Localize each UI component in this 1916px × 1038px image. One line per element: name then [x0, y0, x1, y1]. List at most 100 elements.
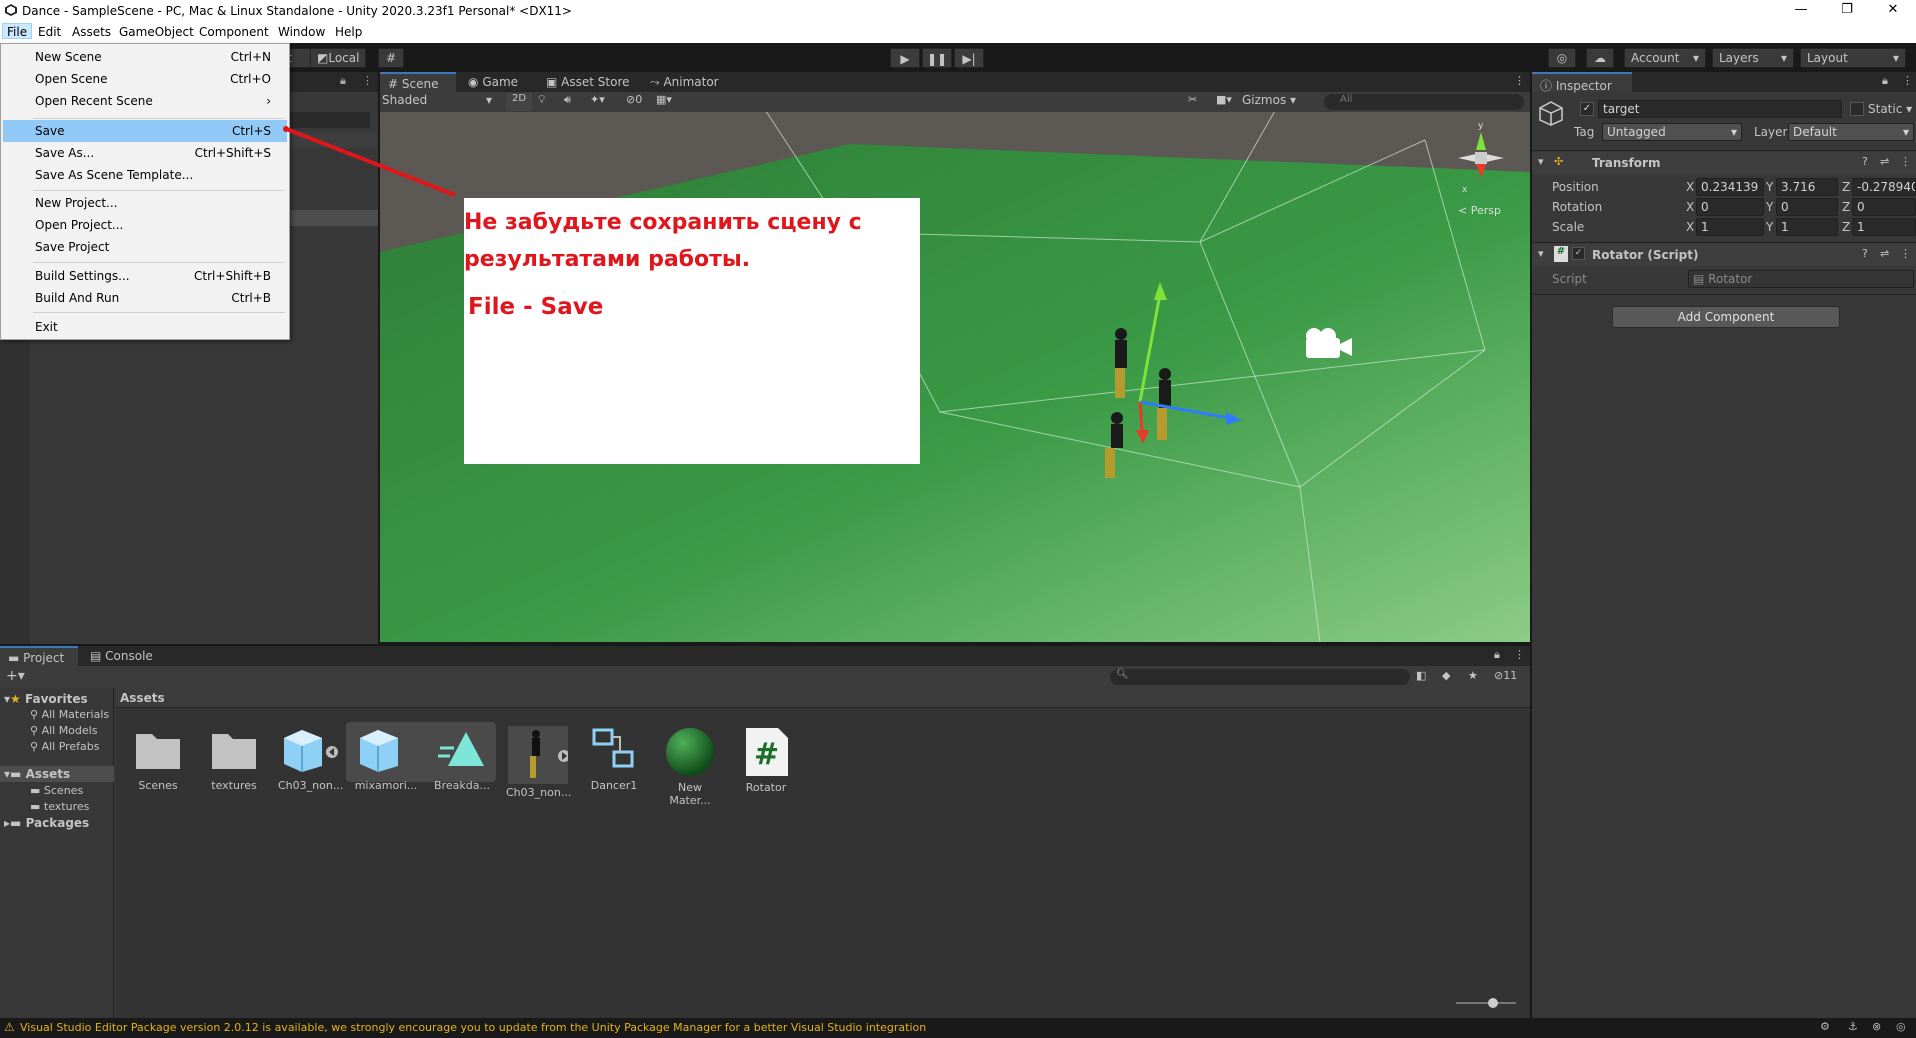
folder-icon: ▬	[10, 816, 22, 830]
add-component-button[interactable]: Add Component	[1612, 306, 1840, 328]
search-by-type-icon[interactable]: ◧	[1416, 669, 1426, 682]
folder-scenes[interactable]: ▬ Scenes	[30, 784, 83, 797]
tab-project[interactable]: ▬ Project	[0, 646, 78, 666]
lock-icon[interactable]: 🔒︎	[1882, 74, 1888, 88]
scene-search-input[interactable]: All	[1324, 94, 1524, 110]
active-checkbox[interactable]: ✓	[1580, 102, 1594, 116]
asset-item[interactable]: Breakda...	[430, 726, 494, 792]
asset-item[interactable]: mixamori...	[354, 726, 418, 792]
auto-generate-lighting-icon[interactable]: ⚙	[1820, 1020, 1830, 1033]
layer-dropdown[interactable]: Default ▾	[1788, 123, 1914, 141]
more-options-icon[interactable]: ⋮	[1514, 648, 1525, 661]
asset-item[interactable]: Ch03_non...	[506, 726, 571, 799]
menu-item-build-settings[interactable]: Build Settings... Ctrl+Shift+B	[3, 265, 287, 287]
favorite-all-models[interactable]: ⚲ All Models	[30, 724, 97, 737]
minimize-button[interactable]: —	[1778, 0, 1824, 22]
create-plus-icon[interactable]: +▾	[6, 668, 25, 684]
foldout-arrow-icon[interactable]: ▾	[1538, 247, 1544, 260]
move-gizmo[interactable]	[1110, 282, 1310, 462]
menu-item-exit[interactable]: Exit	[3, 316, 287, 338]
scale-x-field[interactable]: 1	[1696, 218, 1764, 236]
menu-item-open-project[interactable]: Open Project...	[3, 214, 287, 236]
position-z-field[interactable]: -0.278940	[1852, 178, 1916, 196]
more-options-icon[interactable]: ⋮	[1514, 74, 1525, 87]
component-enabled-checkbox[interactable]: ✓	[1572, 247, 1585, 260]
step-button[interactable]: ▶|	[954, 48, 984, 68]
transform-header[interactable]: ▾ ✣ Transform ? ⇌ ⋮	[1532, 152, 1916, 174]
help-icon[interactable]: ?	[1862, 155, 1868, 168]
folder-textures[interactable]: ▬ textures	[30, 800, 89, 813]
position-x-field[interactable]: 0.234139	[1696, 178, 1764, 196]
account-dropdown[interactable]: Account ▾	[1624, 48, 1706, 68]
gizmos-dropdown[interactable]: Gizmos ▾	[1242, 93, 1310, 107]
play-button[interactable]: ▶	[890, 48, 920, 68]
asset-item[interactable]: # Rotator	[734, 726, 798, 794]
orientation-gizmo[interactable]: y x	[1448, 120, 1518, 200]
favorites-node[interactable]: ▾★ Favorites	[4, 692, 88, 706]
tools-icon[interactable]: ✂	[1188, 93, 1197, 106]
script-component-header[interactable]: ▾ # ✓ Rotator (Script) ? ⇌ ⋮	[1532, 244, 1916, 266]
static-checkbox[interactable]	[1850, 102, 1864, 116]
hidden-objects-icon[interactable]: ⊘0	[626, 93, 642, 106]
grid-icon[interactable]: ▦▾	[656, 93, 672, 106]
asset-item[interactable]: textures	[202, 726, 266, 792]
tab-game[interactable]: ◉ Game	[460, 72, 532, 92]
camera-settings-icon[interactable]: ■▾	[1216, 93, 1232, 106]
tab-inspector[interactable]: ⓘ Inspector	[1532, 72, 1632, 93]
packages-node[interactable]: ▸▬ Packages	[4, 816, 89, 830]
more-options-icon[interactable]: ⋮	[1902, 74, 1913, 87]
lighting-icon[interactable]: 💡︎	[538, 93, 546, 107]
effects-icon[interactable]: ✦▾	[590, 93, 605, 106]
menu-item-build-and-run[interactable]: Build And Run Ctrl+B	[3, 287, 287, 309]
position-y-field[interactable]: 3.716	[1776, 178, 1838, 196]
rotation-x-field[interactable]: 0	[1696, 198, 1764, 216]
help-icon[interactable]: ?	[1862, 247, 1868, 260]
audio-icon[interactable]: 🔊︎	[564, 93, 571, 107]
debug-mode-icon[interactable]: ◎	[1896, 1020, 1906, 1033]
2d-toggle[interactable]: 2D	[506, 93, 532, 111]
perspective-label[interactable]: < Persp	[1458, 204, 1501, 217]
favorite-all-prefabs[interactable]: ⚲ All Prefabs	[30, 740, 100, 753]
project-search-input[interactable]: 🔍︎	[1110, 669, 1410, 685]
search-by-label-icon[interactable]: ◆	[1442, 669, 1450, 682]
layout-dropdown[interactable]: Layout ▾	[1800, 48, 1906, 68]
tag-dropdown[interactable]: Untagged ▾	[1602, 123, 1742, 141]
tab-asset-store[interactable]: ▣ Asset Store	[538, 72, 638, 92]
collab-icon[interactable]: ◎	[1548, 48, 1576, 68]
maximize-button[interactable]: ❐	[1824, 0, 1870, 22]
camera-gizmo-icon[interactable]	[1300, 324, 1356, 364]
pause-button[interactable]: ❚❚	[922, 48, 952, 68]
tab-animator[interactable]: ⤳ Animator	[642, 72, 732, 92]
scale-y-field[interactable]: 1	[1776, 218, 1838, 236]
asset-item[interactable]: New Mater...	[658, 726, 722, 807]
slider-handle[interactable]	[1488, 998, 1498, 1008]
presets-icon[interactable]: ⇌	[1880, 247, 1889, 260]
rotation-z-field[interactable]: 0	[1852, 198, 1916, 216]
icon-size-slider[interactable]	[1456, 998, 1516, 1008]
more-options-icon[interactable]: ⋮	[1900, 247, 1911, 260]
cloud-icon[interactable]: ☁	[1586, 48, 1614, 68]
asset-item[interactable]: Scenes	[126, 726, 190, 792]
rotation-y-field[interactable]: 0	[1776, 198, 1838, 216]
lock-icon[interactable]: 🔒︎	[1494, 648, 1500, 662]
scale-z-field[interactable]: 1	[1852, 218, 1916, 236]
foldout-arrow-icon[interactable]: ▾	[1538, 155, 1544, 168]
assets-node-selected[interactable]: ▾▬ Assets	[0, 766, 114, 782]
static-dropdown[interactable]: Static ▾	[1868, 102, 1912, 116]
hidden-packages-icon[interactable]: ⊘11	[1494, 669, 1517, 682]
close-button[interactable]: ✕	[1870, 0, 1916, 22]
presets-icon[interactable]: ⇌	[1880, 155, 1889, 168]
progress-icon[interactable]: ⊗	[1872, 1020, 1881, 1033]
more-options-icon[interactable]: ⋮	[1900, 155, 1911, 168]
asset-item[interactable]: Dancer1	[582, 726, 646, 792]
layers-dropdown[interactable]: Layers ▾	[1712, 48, 1794, 68]
menu-item-save-project[interactable]: Save Project	[3, 236, 287, 258]
breadcrumb-assets[interactable]: Assets	[120, 691, 165, 705]
favorite-all-materials[interactable]: ⚲ All Materials	[30, 708, 109, 721]
favorite-star-icon[interactable]: ★	[1468, 669, 1478, 682]
object-name-field[interactable]: target	[1598, 100, 1842, 118]
asset-item[interactable]: Ch03_non...	[278, 726, 343, 792]
tab-console[interactable]: ▤ Console	[82, 646, 166, 666]
status-message[interactable]: Visual Studio Editor Package version 2.0…	[20, 1021, 926, 1034]
cache-server-icon[interactable]: ⚓︎	[1848, 1020, 1858, 1033]
